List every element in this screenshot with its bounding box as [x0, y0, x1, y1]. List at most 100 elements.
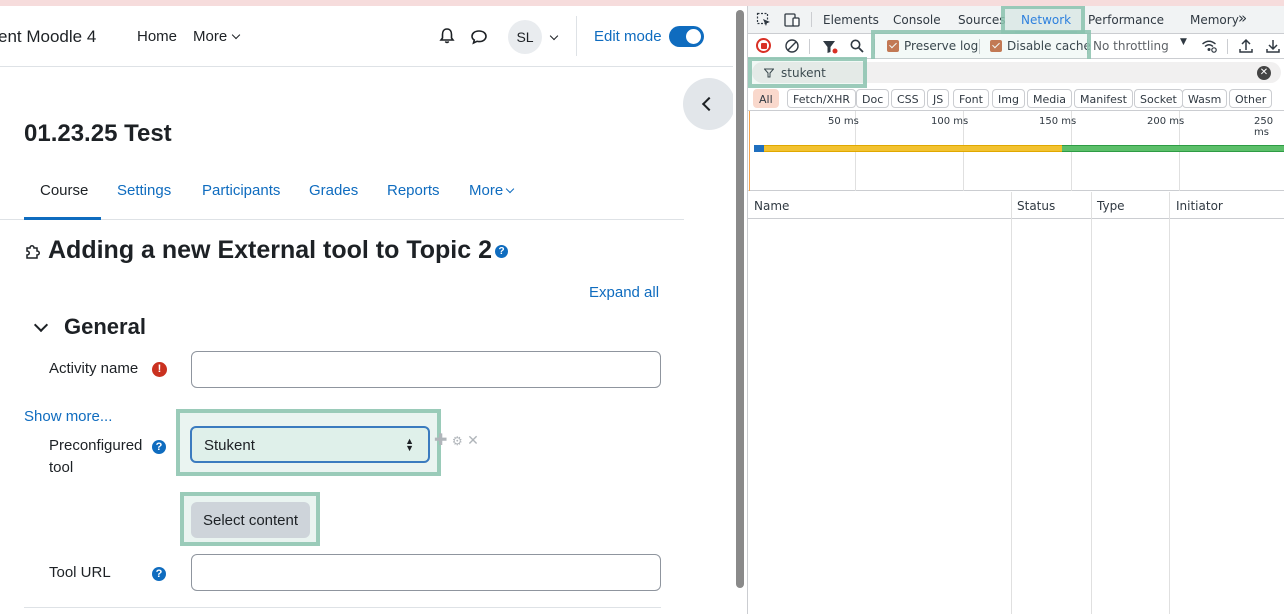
collapse-chevron-icon[interactable]	[33, 317, 49, 333]
user-menu-chevron-icon[interactable]	[549, 29, 559, 47]
select-arrows-icon: ▲ ▼	[405, 436, 414, 453]
tab-course[interactable]: Course	[40, 182, 88, 199]
type-filter-socket[interactable]: Socket	[1134, 89, 1183, 108]
timeline-tick-label: 50 ms	[828, 116, 859, 127]
tab-grades[interactable]: Grades	[309, 182, 358, 199]
requests-table-header: Name Status Type Initiator	[748, 192, 1284, 219]
type-filter-media[interactable]: Media	[1027, 89, 1073, 108]
column-divider	[1169, 192, 1170, 219]
network-conditions-icon[interactable]	[1201, 38, 1217, 54]
gear-icon[interactable]: ⚙	[452, 434, 463, 448]
preconfigured-tool-value: Stukent	[204, 437, 255, 454]
device-toolbar-icon[interactable]	[784, 12, 800, 28]
type-filter-all[interactable]: All	[753, 89, 779, 108]
open-block-drawer-button[interactable]	[683, 78, 733, 130]
type-filter-font[interactable]: Font	[953, 89, 989, 108]
tool-url-input[interactable]	[191, 554, 661, 591]
chevron-left-icon	[701, 96, 717, 112]
help-icon[interactable]: ?	[495, 244, 509, 258]
bell-icon[interactable]	[438, 27, 456, 45]
tab-elements[interactable]: Elements	[823, 13, 879, 27]
tab-settings[interactable]: Settings	[117, 182, 171, 199]
section-divider	[24, 607, 661, 608]
type-filter-fetch-xhr[interactable]: Fetch/XHR	[787, 89, 856, 108]
select-content-button[interactable]: Select content	[191, 502, 310, 538]
navbar: ent Moodle 4 Home More SL Edit mode	[0, 6, 733, 67]
expand-all-link[interactable]: Expand all	[589, 284, 659, 301]
navbar-divider	[576, 16, 577, 56]
toggle-knob	[686, 29, 701, 44]
page-heading: Adding a new External tool to Topic 2?	[24, 236, 509, 265]
timeline-tick-label: 100 ms	[931, 116, 969, 127]
record-stop-icon[interactable]	[756, 38, 771, 53]
export-har-icon[interactable]	[1265, 38, 1281, 54]
show-more-link[interactable]: Show more...	[24, 408, 112, 425]
messages-icon[interactable]	[470, 28, 488, 46]
activity-name-input[interactable]	[191, 351, 661, 388]
type-filter-img[interactable]: Img	[992, 89, 1025, 108]
tab-console[interactable]: Console	[893, 13, 941, 27]
course-tabs: Course Settings Participants Grades Repo…	[0, 166, 684, 220]
devtools-panel: Elements Console Sources Network Perform…	[747, 6, 1284, 614]
search-icon[interactable]	[849, 38, 865, 54]
preconfigured-tool-label-line1: Preconfigured	[49, 437, 143, 454]
site-name[interactable]: ent Moodle 4	[0, 27, 96, 47]
preconfigured-tool-select[interactable]: Stukent ▲ ▼	[190, 426, 430, 463]
edit-mode-label: Edit mode	[594, 28, 662, 45]
tab-performance[interactable]: Performance	[1088, 13, 1164, 27]
chevron-down-icon	[505, 184, 515, 194]
nav-more-menu[interactable]: More	[193, 28, 241, 45]
toolbar-divider	[1227, 39, 1228, 54]
course-title: 01.23.25 Test	[24, 120, 172, 147]
timeline-tick-label: 200 ms	[1147, 116, 1185, 127]
nav-home-link[interactable]: Home	[137, 28, 177, 45]
activity-name-label: Activity name	[49, 360, 139, 377]
throttling-select[interactable]: No throttling	[1093, 39, 1169, 53]
more-tabs-icon[interactable]: »	[1238, 9, 1247, 27]
nav-more-label: More	[193, 28, 228, 45]
column-name[interactable]: Name	[754, 199, 789, 213]
tab-participants[interactable]: Participants	[202, 182, 280, 199]
tab-memory[interactable]: Memory	[1190, 13, 1239, 27]
inspect-element-icon[interactable]	[756, 12, 772, 28]
tab-sources[interactable]: Sources	[958, 13, 1005, 27]
timeline-request-bar	[764, 145, 1062, 152]
tab-reports[interactable]: Reports	[387, 182, 440, 199]
help-icon[interactable]: ?	[152, 567, 166, 581]
timeline-tick-label: 250 ms	[1254, 116, 1274, 138]
column-type[interactable]: Type	[1097, 199, 1125, 213]
import-har-icon[interactable]	[1238, 38, 1254, 54]
column-divider	[1011, 192, 1012, 219]
delete-tool-icon[interactable]: ✕	[467, 432, 479, 448]
column-divider	[1091, 192, 1092, 219]
filter-highlight	[748, 57, 867, 88]
record-dot	[760, 42, 767, 49]
tab-more[interactable]: More	[469, 182, 515, 199]
page-scrollbar-thumb[interactable]	[736, 10, 744, 588]
type-filter-wasm[interactable]: Wasm	[1182, 89, 1228, 108]
column-divider	[1011, 219, 1012, 614]
network-overview-timeline[interactable]: 50 ms 100 ms 150 ms 200 ms 250 ms	[748, 111, 1284, 191]
timeline-request-bar	[1062, 145, 1284, 152]
add-tool-icon[interactable]: ✚	[434, 432, 447, 449]
resource-type-filters: All Fetch/XHR Doc CSS JS Font Img Media …	[748, 86, 1284, 111]
clear-icon[interactable]	[784, 38, 800, 54]
filter-icon[interactable]	[822, 39, 838, 55]
requests-table-body[interactable]	[748, 219, 1284, 614]
column-status[interactable]: Status	[1017, 199, 1055, 213]
edit-mode-toggle[interactable]	[669, 26, 704, 47]
required-icon: !	[152, 362, 167, 377]
clear-filter-icon[interactable]: ✕	[1257, 66, 1271, 80]
type-filter-js[interactable]: JS	[927, 89, 950, 108]
user-avatar[interactable]: SL	[508, 20, 542, 54]
help-icon[interactable]: ?	[152, 440, 166, 454]
type-filter-other[interactable]: Other	[1229, 89, 1273, 108]
throttling-dropdown-icon[interactable]: ▼	[1180, 37, 1187, 47]
type-filter-css[interactable]: CSS	[891, 89, 925, 108]
active-tab-indicator	[24, 217, 101, 220]
puzzle-icon	[26, 245, 40, 259]
section-general-title[interactable]: General	[64, 314, 146, 340]
type-filter-doc[interactable]: Doc	[856, 89, 890, 108]
column-initiator[interactable]: Initiator	[1176, 199, 1223, 213]
type-filter-manifest[interactable]: Manifest	[1074, 89, 1133, 108]
